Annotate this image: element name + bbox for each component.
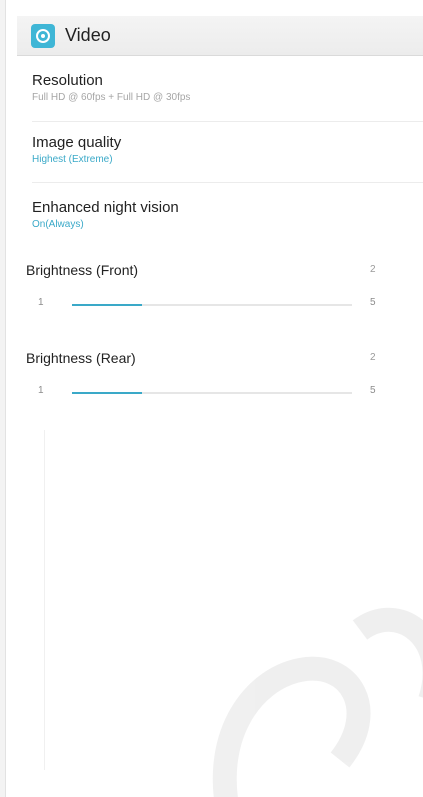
brightness-front-label: Brightness (Front) — [26, 262, 139, 278]
brightness-rear-fill — [72, 392, 142, 394]
brightness-rear-label: Brightness (Rear) — [26, 350, 136, 366]
brightness-rear-min: 1 — [38, 385, 44, 396]
brightness-rear-max: 5 — [370, 385, 376, 396]
left-edge-strip — [0, 0, 6, 797]
brightness-rear-value: 2 — [370, 352, 376, 363]
settings-screen: Video Resolution Full HD @ 60fps + Full … — [0, 0, 423, 797]
brightness-front-value: 2 — [370, 264, 376, 275]
brightness-rear-slider[interactable] — [72, 392, 352, 394]
image-quality-title: Image quality — [32, 134, 122, 151]
empty-content-area — [44, 430, 423, 770]
image-quality-setting[interactable]: Image quality Highest (Extreme) — [32, 134, 423, 167]
night-vision-summary: On(Always) — [32, 219, 84, 230]
page-title: Video — [65, 25, 111, 45]
brightness-front-slider[interactable] — [72, 304, 352, 306]
video-settings-icon[interactable] — [31, 23, 55, 48]
divider — [32, 182, 423, 183]
image-quality-summary: Highest (Extreme) — [32, 154, 113, 165]
night-vision-setting[interactable]: Enhanced night vision On(Always) — [32, 199, 423, 232]
divider — [32, 121, 423, 122]
resolution-title: Resolution — [32, 72, 103, 89]
resolution-setting[interactable]: Resolution Full HD @ 60fps + Full HD @ 3… — [32, 72, 423, 105]
resolution-summary: Full HD @ 60fps + Full HD @ 30fps — [32, 92, 191, 103]
app-header: Video — [17, 16, 423, 56]
brightness-front-min: 1 — [38, 297, 44, 308]
brightness-front-fill — [72, 304, 142, 306]
brightness-front-max: 5 — [370, 297, 376, 308]
night-vision-title: Enhanced night vision — [32, 199, 179, 216]
